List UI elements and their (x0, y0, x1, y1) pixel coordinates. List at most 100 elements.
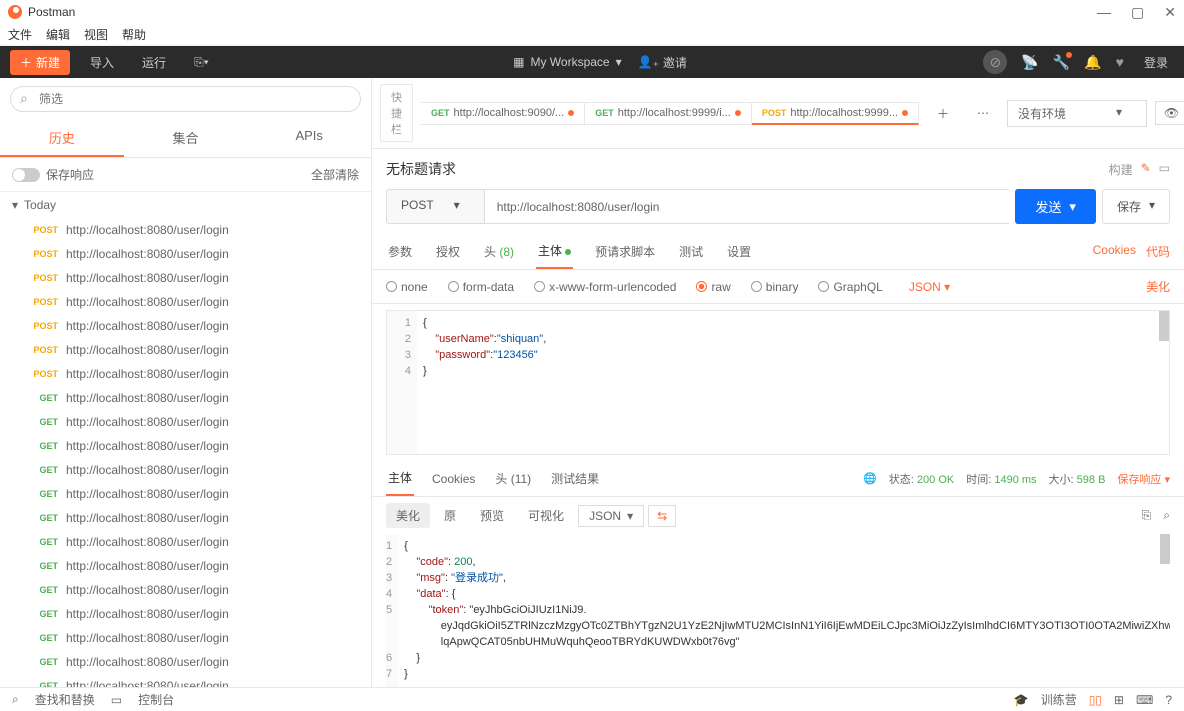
satellite-icon[interactable]: 📡 (1021, 54, 1038, 71)
maximize-button[interactable]: ▢ (1131, 4, 1144, 21)
import-button[interactable]: 导入 (82, 50, 122, 75)
menu-file[interactable]: 文件 (8, 26, 32, 43)
bootcamp-button[interactable]: 训练营 (1041, 691, 1077, 708)
find-replace-button[interactable]: 查找和替换 (35, 691, 95, 708)
close-button[interactable]: ✕ (1164, 4, 1176, 21)
response-format-selector[interactable]: JSON▾ (578, 505, 644, 527)
sidebar-tab-apis[interactable]: APIs (247, 120, 371, 157)
history-item[interactable]: POSThttp://localhost:8080/user/login (0, 242, 371, 266)
history-item[interactable]: GEThttp://localhost:8080/user/login (0, 506, 371, 530)
history-item[interactable]: POSThttp://localhost:8080/user/login (0, 338, 371, 362)
raw-button[interactable]: 原 (434, 503, 466, 528)
history-item[interactable]: GEThttp://localhost:8080/user/login (0, 650, 371, 674)
help-icon[interactable]: ? (1165, 693, 1172, 707)
new-tab-button[interactable]: ＋ (927, 101, 959, 126)
cookies-link[interactable]: Cookies (1093, 243, 1136, 260)
body-type-graphql[interactable]: GraphQL (818, 280, 882, 294)
filter-input[interactable] (10, 86, 361, 112)
history-item[interactable]: GEThttp://localhost:8080/user/login (0, 554, 371, 578)
request-tab[interactable]: GEThttp://localhost:9090/... (421, 102, 585, 125)
history-item[interactable]: POSThttp://localhost:8080/user/login (0, 362, 371, 386)
tab-params[interactable]: 参数 (386, 235, 414, 268)
invite-button[interactable]: 👤₊邀请 (638, 54, 687, 71)
keyboard-icon[interactable]: ⌨ (1136, 693, 1153, 707)
history-item[interactable]: POSThttp://localhost:8080/user/login (0, 266, 371, 290)
copy-icon[interactable]: ⎘ (1142, 508, 1152, 523)
minimize-button[interactable]: — (1097, 4, 1111, 21)
menu-help[interactable]: 帮助 (122, 26, 146, 43)
response-body-editor[interactable]: 12345 67 { "code": 200, "msg": "登录成功", "… (386, 534, 1170, 687)
save-request-button[interactable]: 保存▾ (1102, 189, 1170, 224)
history-item[interactable]: GEThttp://localhost:8080/user/login (0, 458, 371, 482)
body-type-urlencoded[interactable]: x-www-form-urlencoded (534, 280, 676, 294)
environment-selector[interactable]: 没有环境▾ (1007, 100, 1147, 127)
body-format-selector[interactable]: JSON ▾ (909, 280, 950, 294)
menu-edit[interactable]: 编辑 (46, 26, 70, 43)
sync-off-icon[interactable]: ⊘ (983, 50, 1007, 74)
sidebar-tab-collections[interactable]: 集合 (124, 120, 248, 157)
history-item[interactable]: POSThttp://localhost:8080/user/login (0, 290, 371, 314)
login-button[interactable]: 登录 (1138, 54, 1174, 71)
bell-icon[interactable]: 🔔 (1084, 54, 1101, 71)
comment-icon[interactable]: ▭ (1159, 161, 1170, 178)
scrollbar-thumb[interactable] (1160, 534, 1170, 564)
request-tab[interactable]: POSThttp://localhost:9999... (752, 102, 919, 125)
request-title[interactable]: 无标题请求 (386, 159, 456, 179)
body-type-raw[interactable]: raw (696, 280, 730, 294)
layout-icon[interactable]: ▯▯ (1089, 693, 1102, 707)
wrap-lines-button[interactable]: ⇆ (648, 505, 676, 527)
tab-settings[interactable]: 设置 (725, 235, 753, 268)
response-tab-tests[interactable]: 测试结果 (549, 462, 601, 495)
history-item[interactable]: GEThttp://localhost:8080/user/login (0, 410, 371, 434)
request-tab[interactable]: GEThttp://localhost:9999/i... (585, 102, 752, 125)
response-tab-cookies[interactable]: Cookies (430, 464, 477, 494)
save-response-toggle[interactable] (12, 168, 40, 182)
preview-button[interactable]: 预览 (470, 503, 514, 528)
response-tab-headers[interactable]: 头 (11) (493, 462, 533, 495)
request-body-editor[interactable]: 1234 { "userName":"shiquan", "password":… (386, 310, 1170, 455)
workspace-selector[interactable]: ▦My Workspace▾ (513, 55, 622, 69)
history-item[interactable]: GEThttp://localhost:8080/user/login (0, 626, 371, 650)
visualize-button[interactable]: 可视化 (518, 503, 574, 528)
tab-authorization[interactable]: 授权 (434, 235, 462, 268)
scrollbar-thumb[interactable] (1159, 311, 1169, 341)
search-icon[interactable]: ⌕ (12, 692, 19, 707)
tab-headers[interactable]: 头 (8) (482, 235, 516, 268)
history-item[interactable]: POSThttp://localhost:8080/user/login (0, 314, 371, 338)
edit-icon[interactable]: ✎ (1141, 161, 1151, 178)
pretty-button[interactable]: 美化 (386, 503, 430, 528)
clear-all-button[interactable]: 全部清除 (311, 166, 359, 183)
env-preview-button[interactable]: 👁 (1155, 101, 1184, 125)
two-pane-icon[interactable]: ⊞ (1114, 693, 1124, 707)
history-item[interactable]: GEThttp://localhost:8080/user/login (0, 482, 371, 506)
tab-tests[interactable]: 测试 (677, 235, 705, 268)
history-item[interactable]: POSThttp://localhost:8080/user/login (0, 218, 371, 242)
today-header[interactable]: ▾Today (0, 192, 371, 218)
response-tab-body[interactable]: 主体 (386, 461, 414, 496)
runner-button[interactable]: 运行 (134, 50, 174, 75)
method-selector[interactable]: POST▾ (386, 189, 485, 224)
beautify-link[interactable]: 美化 (1146, 278, 1170, 295)
console-icon[interactable]: ▭ (111, 693, 122, 707)
more-button[interactable]: ⎘▾ (186, 51, 217, 74)
console-button[interactable]: 控制台 (138, 691, 174, 708)
search-icon[interactable]: ⌕ (1163, 508, 1170, 523)
tab-prerequest[interactable]: 预请求脚本 (593, 235, 657, 268)
body-type-formdata[interactable]: form-data (448, 280, 514, 294)
sidebar-tab-history[interactable]: 历史 (0, 120, 124, 157)
history-item[interactable]: GEThttp://localhost:8080/user/login (0, 602, 371, 626)
body-type-binary[interactable]: binary (751, 280, 799, 294)
history-item[interactable]: GEThttp://localhost:8080/user/login (0, 386, 371, 410)
globe-icon[interactable]: 🌐 (863, 472, 877, 485)
save-response-button[interactable]: 保存响应 ▾ (1117, 471, 1170, 487)
tab-options-button[interactable]: ⋯ (967, 102, 999, 124)
send-button[interactable]: 发送▾ (1015, 189, 1096, 224)
history-item[interactable]: GEThttp://localhost:8080/user/login (0, 434, 371, 458)
new-button[interactable]: ＋新建 (10, 50, 70, 75)
url-input[interactable] (485, 189, 1010, 224)
history-item[interactable]: GEThttp://localhost:8080/user/login (0, 674, 371, 687)
history-item[interactable]: GEThttp://localhost:8080/user/login (0, 530, 371, 554)
history-item[interactable]: GEThttp://localhost:8080/user/login (0, 578, 371, 602)
code-link[interactable]: 代码 (1146, 243, 1170, 260)
menu-view[interactable]: 视图 (84, 26, 108, 43)
